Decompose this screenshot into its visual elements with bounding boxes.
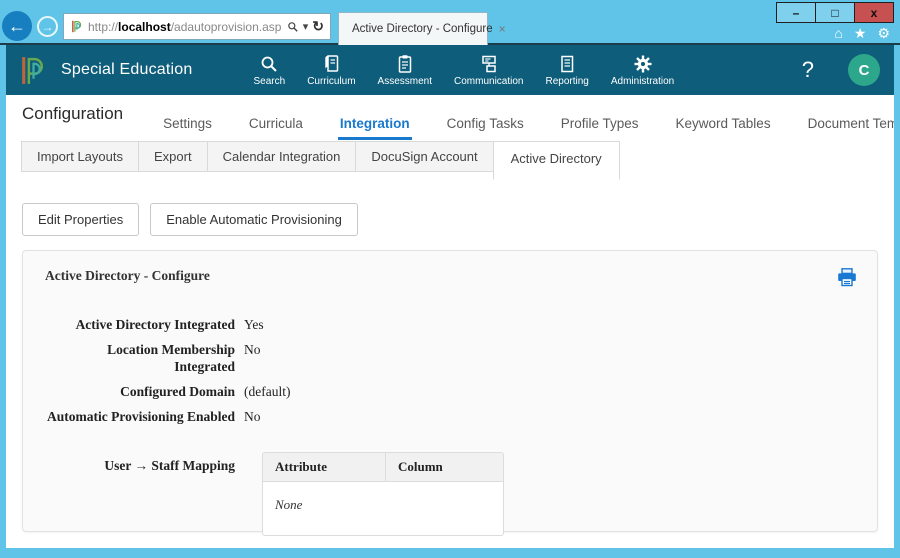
refresh-icon[interactable]: ↻ (312, 18, 324, 35)
maximize-button[interactable]: □ (815, 2, 855, 23)
back-button[interactable]: ← (2, 11, 32, 41)
app-logo-icon (20, 54, 47, 87)
print-icon[interactable] (837, 268, 857, 287)
minimize-button[interactable]: – (776, 2, 816, 23)
column-header-attribute: Attribute (263, 453, 385, 481)
gear-icon (633, 54, 653, 74)
url-text[interactable]: http://localhost/adautoprovision.asp (88, 20, 282, 34)
subtab-calendar-integration[interactable]: Calendar Integration (207, 141, 357, 172)
avatar[interactable]: C (848, 54, 880, 86)
subtab-import-layouts[interactable]: Import Layouts (21, 141, 139, 172)
tab-document-templates[interactable]: Document Templates (806, 116, 894, 140)
tab-close-icon[interactable]: × (499, 22, 506, 36)
tab-keyword-tables[interactable]: Keyword Tables (674, 116, 773, 140)
field-ad-integrated: Active Directory Integrated Yes (45, 316, 855, 333)
close-button[interactable]: x (854, 2, 894, 23)
page-title: Configuration (22, 104, 123, 124)
page-content: Special Education Search Curriculum (6, 45, 894, 548)
tab-curricula[interactable]: Curricula (247, 116, 305, 140)
favorites-star-icon[interactable]: ★ (854, 25, 867, 41)
help-button[interactable]: ? (802, 57, 814, 83)
user-staff-mapping: User → Staff Mapping Attribute Column No… (45, 452, 855, 536)
nav-item-communication[interactable]: Communication (443, 54, 534, 87)
tab-settings[interactable]: Settings (161, 116, 214, 140)
settings-gear-icon[interactable]: ⚙ (877, 25, 890, 41)
home-icon[interactable]: ⌂ (834, 25, 842, 41)
tab-integration[interactable]: Integration (338, 116, 412, 140)
forward-arrow-icon: → (42, 20, 54, 34)
mapping-table: Attribute Column None (262, 452, 504, 536)
book-icon (321, 54, 341, 74)
nav-item-reporting[interactable]: Reporting (534, 54, 599, 87)
address-bar[interactable]: http://localhost/adautoprovision.asp ▾ ↻ (63, 13, 331, 40)
action-buttons: Edit Properties Enable Automatic Provisi… (22, 203, 894, 236)
tab-profile-types[interactable]: Profile Types (559, 116, 641, 140)
field-value: No (244, 408, 261, 425)
enable-automatic-provisioning-button[interactable]: Enable Automatic Provisioning (150, 203, 358, 236)
url-dropdown-caret-icon[interactable]: ▾ (303, 20, 309, 33)
tab-config-tasks[interactable]: Config Tasks (445, 116, 526, 140)
communication-icon (479, 54, 499, 74)
active-directory-panel: Active Directory - Configure Active Dire… (22, 250, 878, 532)
mapping-label: User → Staff Mapping (45, 452, 235, 536)
nav-item-assessment[interactable]: Assessment (367, 54, 443, 87)
report-document-icon (557, 54, 577, 74)
browser-chrome: – □ x ⌂ ★ ⚙ ← → http://localhost/adautop… (0, 0, 900, 45)
edit-properties-button[interactable]: Edit Properties (22, 203, 139, 236)
favicon-icon (70, 20, 83, 33)
empty-row: None (263, 482, 503, 535)
field-location-membership: Location Membership Integrated No (45, 341, 855, 375)
nav-item-search[interactable]: Search (243, 54, 297, 87)
window-controls: – □ x (777, 2, 894, 23)
forward-button[interactable]: → (37, 16, 58, 37)
field-value: Yes (244, 316, 264, 333)
panel-title: Active Directory - Configure (45, 268, 210, 284)
field-auto-provisioning: Automatic Provisioning Enabled No (45, 408, 855, 425)
back-arrow-icon: ← (8, 16, 26, 37)
search-icon (259, 54, 279, 74)
nav-item-administration[interactable]: Administration (600, 54, 685, 87)
nav-item-curriculum[interactable]: Curriculum (296, 54, 366, 87)
column-header-column: Column (385, 453, 503, 481)
subtab-active-directory[interactable]: Active Directory (493, 141, 620, 180)
subtab-export[interactable]: Export (138, 141, 208, 172)
browser-tab[interactable]: Active Directory - Configure × (338, 12, 488, 45)
tab-title: Active Directory - Configure (352, 23, 493, 35)
app-header: Special Education Search Curriculum (6, 45, 894, 95)
field-configured-domain: Configured Domain (default) (45, 383, 855, 400)
config-bar: Configuration Settings Curricula Integra… (6, 95, 894, 140)
main-tabs: Settings Curricula Integration Config Ta… (161, 116, 894, 140)
clipboard-icon (395, 54, 415, 74)
top-nav: Search Curriculum Ass (243, 54, 686, 87)
field-value: No (244, 341, 261, 375)
sub-tabs: Import Layouts Export Calendar Integrati… (22, 141, 894, 180)
app-title: Special Education (61, 61, 193, 79)
field-value: (default) (244, 383, 290, 400)
search-icon[interactable] (287, 21, 299, 33)
subtab-docusign-account[interactable]: DocuSign Account (355, 141, 493, 172)
